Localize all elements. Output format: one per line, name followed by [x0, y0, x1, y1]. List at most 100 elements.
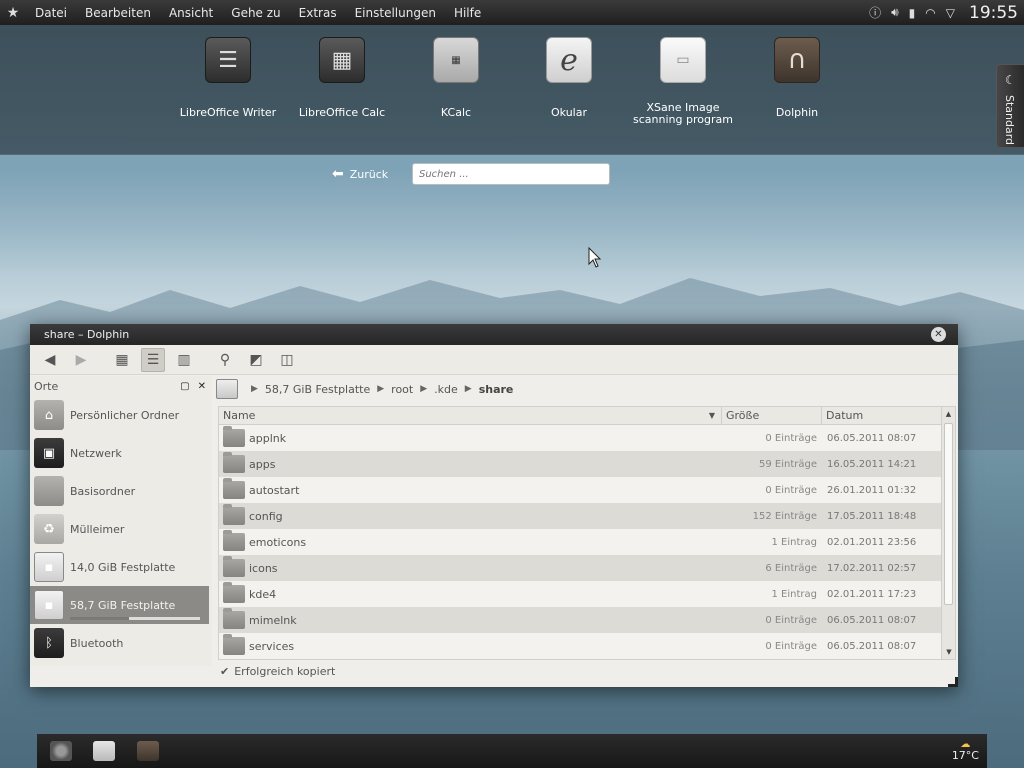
- file-date: 06.05.2011 08:07: [827, 432, 917, 444]
- star-icon[interactable]: ★: [0, 5, 26, 21]
- menu-ansicht[interactable]: Ansicht: [160, 6, 222, 20]
- breadcrumb-item[interactable]: root: [391, 383, 413, 396]
- resize-grip[interactable]: [948, 677, 958, 687]
- column-header-name[interactable]: Name ▼: [219, 407, 721, 424]
- breadcrumb-current[interactable]: share: [479, 383, 514, 396]
- menu-hilfe[interactable]: Hilfe: [445, 6, 490, 20]
- hard-disk-icon[interactable]: [216, 379, 238, 399]
- file-name: autostart: [249, 483, 300, 497]
- wifi-icon[interactable]: ◠: [925, 6, 935, 20]
- network-icon: ▣: [34, 438, 64, 468]
- app-label: LibreOffice Calc: [298, 106, 386, 119]
- file-name: apps: [249, 457, 276, 471]
- battery-icon[interactable]: ▮: [909, 6, 916, 20]
- folder-icon: [223, 426, 245, 447]
- scanner-app-icon[interactable]: [93, 741, 115, 761]
- dolphin-window: share – Dolphin ✕ ◀ ▶ ▦ ☰ ▥ ⚲ ◩ ◫ Orte ▢…: [30, 324, 958, 687]
- table-row[interactable]: services 0 Einträge 06.05.2011 08:07: [219, 633, 955, 659]
- column-header-date[interactable]: Datum: [821, 407, 939, 424]
- column-header-label: Datum: [826, 409, 864, 422]
- clock[interactable]: 19:55: [969, 3, 1018, 23]
- table-row[interactable]: applnk 0 Einträge 06.05.2011 08:07: [219, 425, 955, 451]
- back-button[interactable]: ⬅ Zurück: [332, 166, 388, 182]
- close-icon[interactable]: ✕: [198, 381, 206, 392]
- libreoffice-writer-icon: ☰: [205, 37, 251, 83]
- volume-icon[interactable]: 🔊︎: [891, 5, 899, 20]
- place-disk-14gb[interactable]: ▪ 14,0 GiB Festplatte: [30, 548, 212, 586]
- places-title: Orte: [34, 379, 59, 393]
- place-network[interactable]: ▣ Netzwerk: [30, 434, 212, 472]
- info-icon[interactable]: ⓘ: [869, 4, 881, 21]
- table-row[interactable]: kde4 1 Eintrag 02.01.2011 17:23: [219, 581, 955, 607]
- menu-bearbeiten[interactable]: Bearbeiten: [76, 6, 160, 20]
- preview-icon[interactable]: ◩: [244, 348, 268, 372]
- shield-icon[interactable]: ▽: [946, 6, 955, 20]
- weather-sun-icon: ☁: [960, 739, 971, 750]
- place-root[interactable]: Basisordner: [30, 472, 212, 510]
- search-input[interactable]: [412, 163, 610, 185]
- breadcrumb-separator: ▶: [251, 384, 258, 394]
- table-row[interactable]: apps 59 Einträge 16.05.2011 14:21: [219, 451, 955, 477]
- table-row[interactable]: mimelnk 0 Einträge 06.05.2011 08:07: [219, 607, 955, 633]
- breadcrumb-item[interactable]: 58,7 GiB Festplatte: [265, 383, 370, 396]
- hard-disk-icon: ▪: [34, 552, 64, 582]
- file-date: 17.02.2011 02:57: [827, 562, 917, 574]
- window-titlebar[interactable]: share – Dolphin: [30, 324, 958, 345]
- folder-icon: [223, 530, 245, 551]
- scroll-down-icon[interactable]: ▼: [942, 645, 956, 659]
- activity-tab-standard[interactable]: ☾ Standard: [996, 64, 1024, 148]
- search-icon[interactable]: ⚲: [213, 348, 237, 372]
- app-dolphin[interactable]: ∩ Dolphin: [740, 37, 854, 119]
- table-row[interactable]: config 152 Einträge 17.05.2011 18:48: [219, 503, 955, 529]
- column-header-size[interactable]: Größe: [721, 407, 821, 424]
- menu-datei[interactable]: Datei: [26, 6, 76, 20]
- scrollbar-thumb[interactable]: [944, 423, 953, 605]
- undock-icon[interactable]: ▢: [180, 381, 189, 392]
- columns-view-icon[interactable]: ▥: [172, 348, 196, 372]
- forward-arrow-icon[interactable]: ▶: [69, 348, 93, 372]
- system-tray: ⓘ 🔊︎ ▮ ◠ ▽ 19:55: [869, 3, 1024, 23]
- file-name: mimelnk: [249, 613, 297, 627]
- place-label: Basisordner: [70, 484, 136, 498]
- table-row[interactable]: autostart 0 Einträge 26.01.2011 01:32: [219, 477, 955, 503]
- place-home[interactable]: ⌂ Persönlicher Ordner: [30, 396, 212, 434]
- close-icon[interactable]: ✕: [931, 327, 946, 342]
- app-xsane[interactable]: ▭ XSane Image scanning program: [626, 37, 740, 126]
- dolphin-taskbar-icon[interactable]: [137, 741, 159, 761]
- place-bluetooth[interactable]: ᛒ Bluetooth: [30, 624, 212, 662]
- breadcrumb-item[interactable]: .kde: [434, 383, 458, 396]
- icons-view-icon[interactable]: ▦: [110, 348, 134, 372]
- split-view-icon[interactable]: ◫: [275, 348, 299, 372]
- top-menu-bar: ★ Datei Bearbeiten Ansicht Gehe zu Extra…: [0, 0, 1024, 25]
- scroll-up-icon[interactable]: ▲: [942, 407, 955, 421]
- column-header-label: Name: [223, 409, 256, 422]
- app-libreoffice-writer[interactable]: ☰ LibreOffice Writer: [171, 37, 285, 119]
- file-date: 26.01.2011 01:32: [827, 484, 917, 496]
- table-row[interactable]: icons 6 Einträge 17.02.2011 02:57: [219, 555, 955, 581]
- disk-usage-bar: [70, 617, 200, 620]
- place-label: 58,7 GiB Festplatte: [70, 598, 176, 612]
- vertical-scrollbar[interactable]: ▲ ▼: [941, 407, 955, 659]
- webcam-app-icon[interactable]: [50, 741, 72, 761]
- menu-gehe-zu[interactable]: Gehe zu: [222, 6, 289, 20]
- breadcrumb: ▶ 58,7 GiB Festplatte ▶ root ▶ .kde ▶ sh…: [216, 377, 956, 401]
- table-row[interactable]: emoticons 1 Eintrag 02.01.2011 23:56: [219, 529, 955, 555]
- weather-widget[interactable]: ☁ 17°C: [952, 739, 979, 763]
- back-arrow-icon[interactable]: ◀: [38, 348, 62, 372]
- app-libreoffice-calc[interactable]: ▦ LibreOffice Calc: [285, 37, 399, 119]
- place-disk-58gb[interactable]: ▪ 58,7 GiB Festplatte: [30, 586, 209, 624]
- column-header-label: Größe: [726, 409, 760, 422]
- libreoffice-calc-icon: ▦: [319, 37, 365, 83]
- home-folder-icon: ⌂: [34, 400, 64, 430]
- menu-extras[interactable]: Extras: [290, 6, 346, 20]
- app-kcalc[interactable]: ▦ KCalc: [399, 37, 513, 119]
- breadcrumb-separator: ▶: [377, 384, 385, 394]
- menu-einstellungen[interactable]: Einstellungen: [346, 6, 445, 20]
- app-okular[interactable]: e Okular: [512, 37, 626, 119]
- place-trash[interactable]: ♻ Mülleimer: [30, 510, 212, 548]
- file-name: emoticons: [249, 535, 307, 549]
- file-list: Name ▼ Größe Datum applnk 0 Einträge 06.05…: [218, 406, 956, 660]
- toolbar: ◀ ▶ ▦ ☰ ▥ ⚲ ◩ ◫: [30, 345, 958, 375]
- details-view-icon[interactable]: ☰: [141, 347, 165, 372]
- file-size: 59 Einträge: [759, 458, 817, 470]
